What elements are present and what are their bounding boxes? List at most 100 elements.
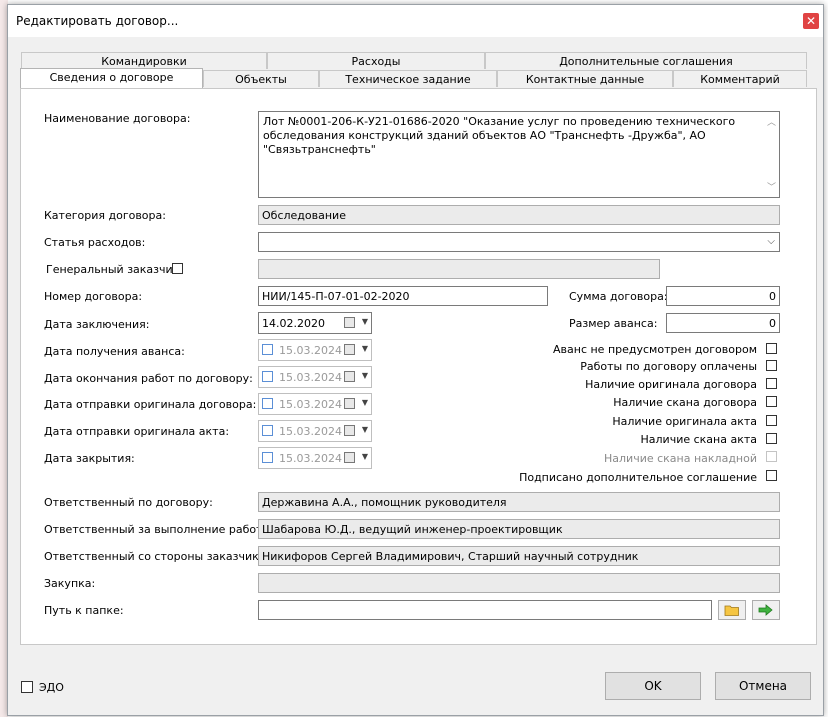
check-additional-agreement-label: Подписано дополнительное соглашение [519, 471, 757, 484]
contract-number-input[interactable]: НИИ/145-П-07-01-02-2020 [258, 286, 548, 306]
check-no-advance-label: Аванс не предусмотрен договором [553, 343, 757, 356]
category-label: Категория договора: [44, 209, 166, 222]
edit-contract-dialog: Редактировать договор... ✕ Командировки … [7, 4, 824, 716]
check-original-act-checkbox[interactable] [766, 415, 777, 426]
tab-expenses[interactable]: Расходы [267, 52, 485, 69]
check-waybill-scan-label: Наличие скана накладной [604, 452, 757, 465]
ok-button[interactable]: OK [605, 672, 701, 700]
chevron-down-icon[interactable]: ⌵ [767, 236, 775, 247]
advance-size-input[interactable]: 0 [666, 313, 780, 333]
tab-business-trips[interactable]: Командировки [21, 52, 267, 69]
date-enable-checkbox[interactable] [262, 371, 273, 382]
check-contract-scan-checkbox[interactable] [766, 396, 777, 407]
act-send-date-label: Дата отправки оригинала акта: [44, 425, 230, 438]
advance-date-value: 15.03.2024 [279, 344, 342, 357]
calendar-icon[interactable] [344, 452, 355, 463]
check-original-act-label: Наличие оригинала акта [612, 415, 757, 428]
folder-icon [724, 605, 739, 616]
executor-field: Шабарова Ю.Д., ведущий инженер-проектиро… [258, 519, 780, 539]
open-folder-button[interactable] [718, 600, 746, 620]
edo-checkbox[interactable] [21, 681, 33, 693]
chevron-down-icon[interactable]: ▼ [362, 317, 368, 326]
general-customer-checkbox[interactable] [172, 263, 183, 274]
chevron-down-icon[interactable]: ▼ [362, 425, 368, 434]
check-works-paid-checkbox[interactable] [766, 360, 777, 371]
advance-date-label: Дата получения аванса: [44, 345, 185, 358]
purchase-field [258, 573, 780, 593]
tab-additional-agreements[interactable]: Дополнительные соглашения [485, 52, 807, 69]
check-waybill-scan-checkbox [766, 451, 777, 462]
expense-select[interactable]: ⌵ [258, 232, 780, 252]
tab-comment[interactable]: Комментарий [673, 70, 807, 87]
check-act-scan-checkbox[interactable] [766, 433, 777, 444]
scroll-down-icon[interactable]: ﹀ [767, 181, 776, 195]
calendar-icon[interactable] [344, 317, 355, 328]
tab-contract-info[interactable]: Сведения о договоре [20, 68, 203, 88]
title-bar: Редактировать договор... ✕ [8, 5, 823, 37]
tab-objects[interactable]: Объекты [203, 70, 319, 87]
close-date-picker[interactable]: 15.03.2024 ▼ [258, 447, 372, 469]
advance-size-label: Размер аванса: [569, 317, 658, 330]
check-additional-agreement-checkbox[interactable] [766, 470, 777, 481]
purchase-label: Закупка: [44, 577, 96, 590]
expense-label: Статья расходов: [44, 236, 146, 249]
calendar-icon[interactable] [344, 371, 355, 382]
act-send-date-value: 15.03.2024 [279, 425, 342, 438]
work-end-date-value: 15.03.2024 [279, 371, 342, 384]
tab-technical-task[interactable]: Техническое задание [319, 70, 497, 87]
calendar-icon[interactable] [344, 344, 355, 355]
arrow-right-icon [758, 604, 773, 616]
contract-name-label: Наименование договора: [44, 112, 191, 125]
work-end-date-picker[interactable]: 15.03.2024 ▼ [258, 366, 372, 388]
conclusion-date-label: Дата заключения: [44, 318, 150, 331]
work-end-date-label: Дата окончания работ по договору: [44, 372, 253, 385]
calendar-icon[interactable] [344, 398, 355, 409]
chevron-down-icon[interactable]: ▼ [362, 344, 368, 353]
customer-responsible-label: Ответственный со стороны заказчика: [44, 550, 270, 563]
check-original-contract-label: Наличие оригинала договора [585, 378, 757, 391]
original-send-date-picker[interactable]: 15.03.2024 ▼ [258, 393, 372, 415]
go-to-folder-button[interactable] [752, 600, 780, 620]
date-enable-checkbox[interactable] [262, 425, 273, 436]
date-enable-checkbox[interactable] [262, 452, 273, 463]
responsible-field: Державина А.А., помощник руководителя [258, 492, 780, 512]
chevron-down-icon[interactable]: ▼ [362, 452, 368, 461]
conclusion-date-value: 14.02.2020 [262, 317, 325, 330]
close-date-label: Дата закрытия: [44, 452, 135, 465]
folder-path-input[interactable] [258, 600, 712, 620]
date-enable-checkbox[interactable] [262, 344, 273, 355]
original-send-date-value: 15.03.2024 [279, 398, 342, 411]
check-original-contract-checkbox[interactable] [766, 378, 777, 389]
contract-name-text: Лот №0001-206-К-У21-01686-2020 "Оказание… [263, 115, 736, 156]
contract-sum-input[interactable]: 0 [666, 286, 780, 306]
cancel-button[interactable]: Отмена [715, 672, 811, 700]
contract-number-label: Номер договора: [44, 290, 143, 303]
chevron-down-icon[interactable]: ▼ [362, 371, 368, 380]
check-works-paid-label: Работы по договору оплачены [580, 360, 757, 373]
check-contract-scan-label: Наличие скана договора [613, 396, 757, 409]
category-field: Обследование [258, 205, 780, 225]
original-send-date-label: Дата отправки оригинала договора: [44, 398, 257, 411]
close-icon[interactable]: ✕ [803, 13, 819, 29]
act-send-date-picker[interactable]: 15.03.2024 ▼ [258, 420, 372, 442]
dialog-title: Редактировать договор... [16, 14, 179, 28]
close-date-value: 15.03.2024 [279, 452, 342, 465]
executor-label: Ответственный за выполнение работ: [44, 523, 267, 536]
check-act-scan-label: Наличие скана акта [640, 433, 758, 446]
chevron-down-icon[interactable]: ▼ [362, 398, 368, 407]
edo-label: ЭДО [39, 681, 64, 694]
contract-sum-label: Сумма договора: [569, 290, 668, 303]
date-enable-checkbox[interactable] [262, 398, 273, 409]
general-customer-field [258, 259, 660, 279]
check-no-advance-checkbox[interactable] [766, 343, 777, 354]
responsible-label: Ответственный по договору: [44, 496, 213, 509]
conclusion-date-picker[interactable]: 14.02.2020 ▼ [258, 312, 372, 334]
scroll-up-icon[interactable]: ︿ [767, 116, 776, 130]
general-customer-label: Генеральный заказчик [46, 263, 180, 276]
calendar-icon[interactable] [344, 425, 355, 436]
contract-name-textarea[interactable]: Лот №0001-206-К-У21-01686-2020 "Оказание… [258, 111, 780, 198]
customer-responsible-field: Никифоров Сергей Владимирович, Старший н… [258, 546, 780, 566]
tab-contact-data[interactable]: Контактные данные [497, 70, 673, 87]
folder-path-label: Путь к папке: [44, 604, 124, 617]
advance-date-picker[interactable]: 15.03.2024 ▼ [258, 339, 372, 361]
